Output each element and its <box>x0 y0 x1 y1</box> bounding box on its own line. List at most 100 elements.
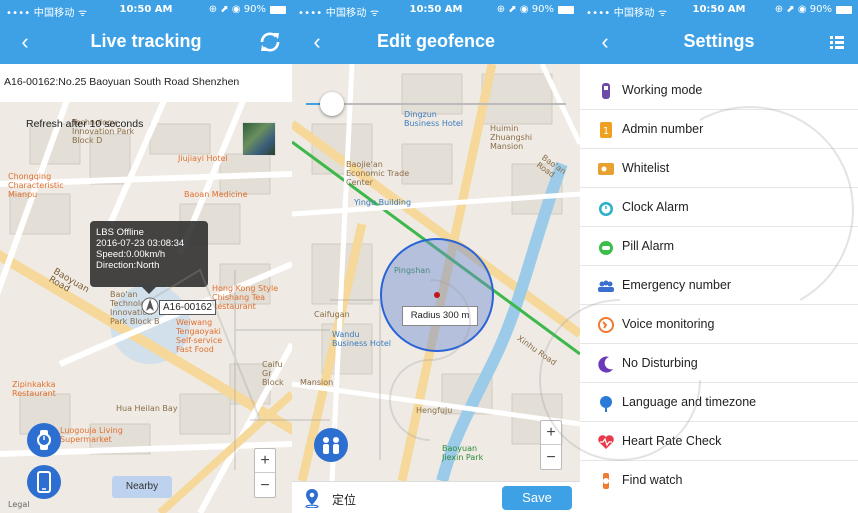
map-label: Weiwang Tengaoyaki Self-service Fast Foo… <box>176 318 223 354</box>
zoom-control: + − <box>540 420 562 470</box>
location-pin-icon[interactable] <box>304 488 320 508</box>
battery-label: ⊕ ⬈ ◉ 90% <box>496 4 554 15</box>
moon-icon <box>598 356 613 373</box>
slider-knob[interactable] <box>320 92 344 116</box>
settings-item-clock-alarm[interactable]: Clock Alarm <box>580 188 858 227</box>
whitelist-icon <box>598 163 614 175</box>
zoom-out-button[interactable]: − <box>255 474 275 498</box>
emergency-contacts-icon <box>598 280 614 292</box>
settings-item-label: Whitelist <box>622 161 670 175</box>
device-datetime: 2016-07-23 03:08:34 <box>96 238 185 249</box>
settings-item-label: Find watch <box>622 473 683 487</box>
geofence-bottom-bar: 定位 Save <box>292 481 580 513</box>
device-tag: A16-00162 <box>159 300 216 315</box>
battery-label: ⊕ ⬈ ◉ 90% <box>774 4 832 15</box>
settings-item-emergency-number[interactable]: Emergency number <box>580 266 858 305</box>
battery-label: ⊕ ⬈ ◉ 90% <box>208 4 266 15</box>
menu-button[interactable] <box>822 28 850 56</box>
map-label: Hengfuju <box>416 406 453 415</box>
pill-alarm-icon <box>599 241 613 255</box>
phone-locate-button[interactable] <box>27 465 61 499</box>
slider-track <box>306 103 566 105</box>
settings-item-label: Working mode <box>622 83 703 97</box>
settings-item-no-disturbing[interactable]: No Disturbing <box>580 344 858 383</box>
device-status: LBS Offline <box>96 227 144 238</box>
map-label: Luogouja Living Supermarket <box>60 426 123 444</box>
save-button[interactable]: Save <box>502 486 572 510</box>
device-location-marker-icon[interactable] <box>141 296 159 316</box>
geofence-circle[interactable] <box>380 238 494 352</box>
map-label: Huimin Zhuangshi Mansion <box>490 124 533 151</box>
settings-item-admin-number[interactable]: 1 Admin number <box>580 110 858 149</box>
battery-icon <box>836 6 852 14</box>
settings-item-whitelist[interactable]: Whitelist <box>580 149 858 188</box>
watch-mode-icon <box>602 83 610 99</box>
settings-item-label: No Disturbing <box>622 356 698 370</box>
nearby-button[interactable]: Nearby <box>112 476 172 498</box>
settings-item-find-watch[interactable]: Find watch <box>580 461 858 500</box>
live-tracking-screen: Technology Innovation Park Block D Jiuji… <box>0 0 292 513</box>
language-globe-icon <box>600 396 612 412</box>
svg-text:1: 1 <box>603 126 609 137</box>
edit-geofence-screen: Dingzun Business Hotel Huimin Zhuangshi … <box>292 0 580 513</box>
map-label: Caifu Gr Block <box>262 360 284 387</box>
settings-item-working-mode[interactable]: Working mode <box>580 71 858 110</box>
nav-bar: ‹ Settings <box>580 20 858 64</box>
status-bar: •••• 中国移动 ᯤ 10:50 AM ⊕ ⬈ ◉ 90% <box>292 0 580 20</box>
refresh-icon <box>260 32 280 52</box>
device-direction: Direction:North <box>96 260 160 271</box>
radius-label: Radius 300 m <box>402 306 478 326</box>
status-bar: •••• 中国移动 ᯤ 10:50 AM ⊕ ⬈ ◉ 90% <box>580 0 858 20</box>
heart-icon <box>598 435 614 449</box>
list-menu-icon <box>830 36 844 49</box>
find-watch-icon <box>603 473 609 489</box>
watch-locate-button[interactable] <box>27 423 61 457</box>
settings-item-language-timezone[interactable]: Language and timezone <box>580 383 858 422</box>
settings-item-pill-alarm[interactable]: Pill Alarm <box>580 227 858 266</box>
device-address: A16-00162:No.25 Baoyuan South Road Shenz… <box>4 76 240 88</box>
map-label: Baoan Medicine <box>184 190 248 199</box>
radius-slider[interactable] <box>306 84 566 124</box>
settings-item-label: Language and timezone <box>622 395 757 409</box>
settings-item-label: Pill Alarm <box>622 239 675 253</box>
map-label: Caifugan <box>314 310 350 319</box>
page-title: Edit geofence <box>376 31 496 51</box>
nav-bar: ‹ Live tracking <box>0 20 292 64</box>
zoom-in-button[interactable]: + <box>255 449 275 473</box>
phone-icon <box>37 471 51 493</box>
device-address-bar: A16-00162:No.25 Baoyuan South Road Shenz… <box>0 64 292 102</box>
page-title: Live tracking <box>90 31 202 51</box>
geofence-center <box>434 292 440 298</box>
device-info-popup: LBS Offline 2016-07-23 03:08:34 Speed:0.… <box>90 221 208 294</box>
nearby-label: Nearby <box>125 481 159 492</box>
settings-item-label: Clock Alarm <box>622 200 689 214</box>
watch-icon <box>37 430 51 450</box>
device-speed: Speed:0.00km/h <box>96 249 166 260</box>
map-label: Hong Kong Style Chishang Tea Restaurant <box>212 284 279 311</box>
map-label: Chongqing Characteristic Mianpu <box>8 172 64 199</box>
settings-item-label: Admin number <box>622 122 704 136</box>
nav-bar: ‹ Edit geofence <box>292 20 580 64</box>
settings-item-voice-monitoring[interactable]: Voice monitoring <box>580 305 858 344</box>
settings-item-heart-rate[interactable]: Heart Rate Check <box>580 422 858 461</box>
settings-screen: •••• 中国移动 ᯤ 10:50 AM ⊕ ⬈ ◉ 90% ‹ Setting… <box>580 0 858 513</box>
alarm-clock-icon <box>599 202 613 216</box>
zoom-in-button[interactable]: + <box>541 421 561 445</box>
map-legal-link[interactable]: Legal <box>8 500 29 509</box>
people-icon <box>323 437 339 454</box>
map-label: Baojie'an Economic Trade Center <box>346 160 410 187</box>
members-button[interactable] <box>314 428 348 462</box>
map-label: Jiujiayi Hotel <box>178 154 228 163</box>
map-label: Wandu Business Hotel <box>332 330 392 348</box>
map-label: Zipinkakka Restaurant <box>12 380 56 398</box>
satellite-view-button[interactable] <box>242 122 276 156</box>
page-title: Settings <box>683 31 755 51</box>
settings-item-label: Voice monitoring <box>622 317 715 331</box>
zoom-control: + − <box>254 448 276 498</box>
settings-item-label: Heart Rate Check <box>622 434 722 448</box>
zoom-out-button[interactable]: − <box>541 446 561 470</box>
battery-icon <box>558 6 574 14</box>
map-label: Baoyuan Jiexin Park <box>442 444 484 462</box>
refresh-button[interactable] <box>256 28 284 56</box>
locate-label[interactable]: 定位 <box>332 491 356 508</box>
